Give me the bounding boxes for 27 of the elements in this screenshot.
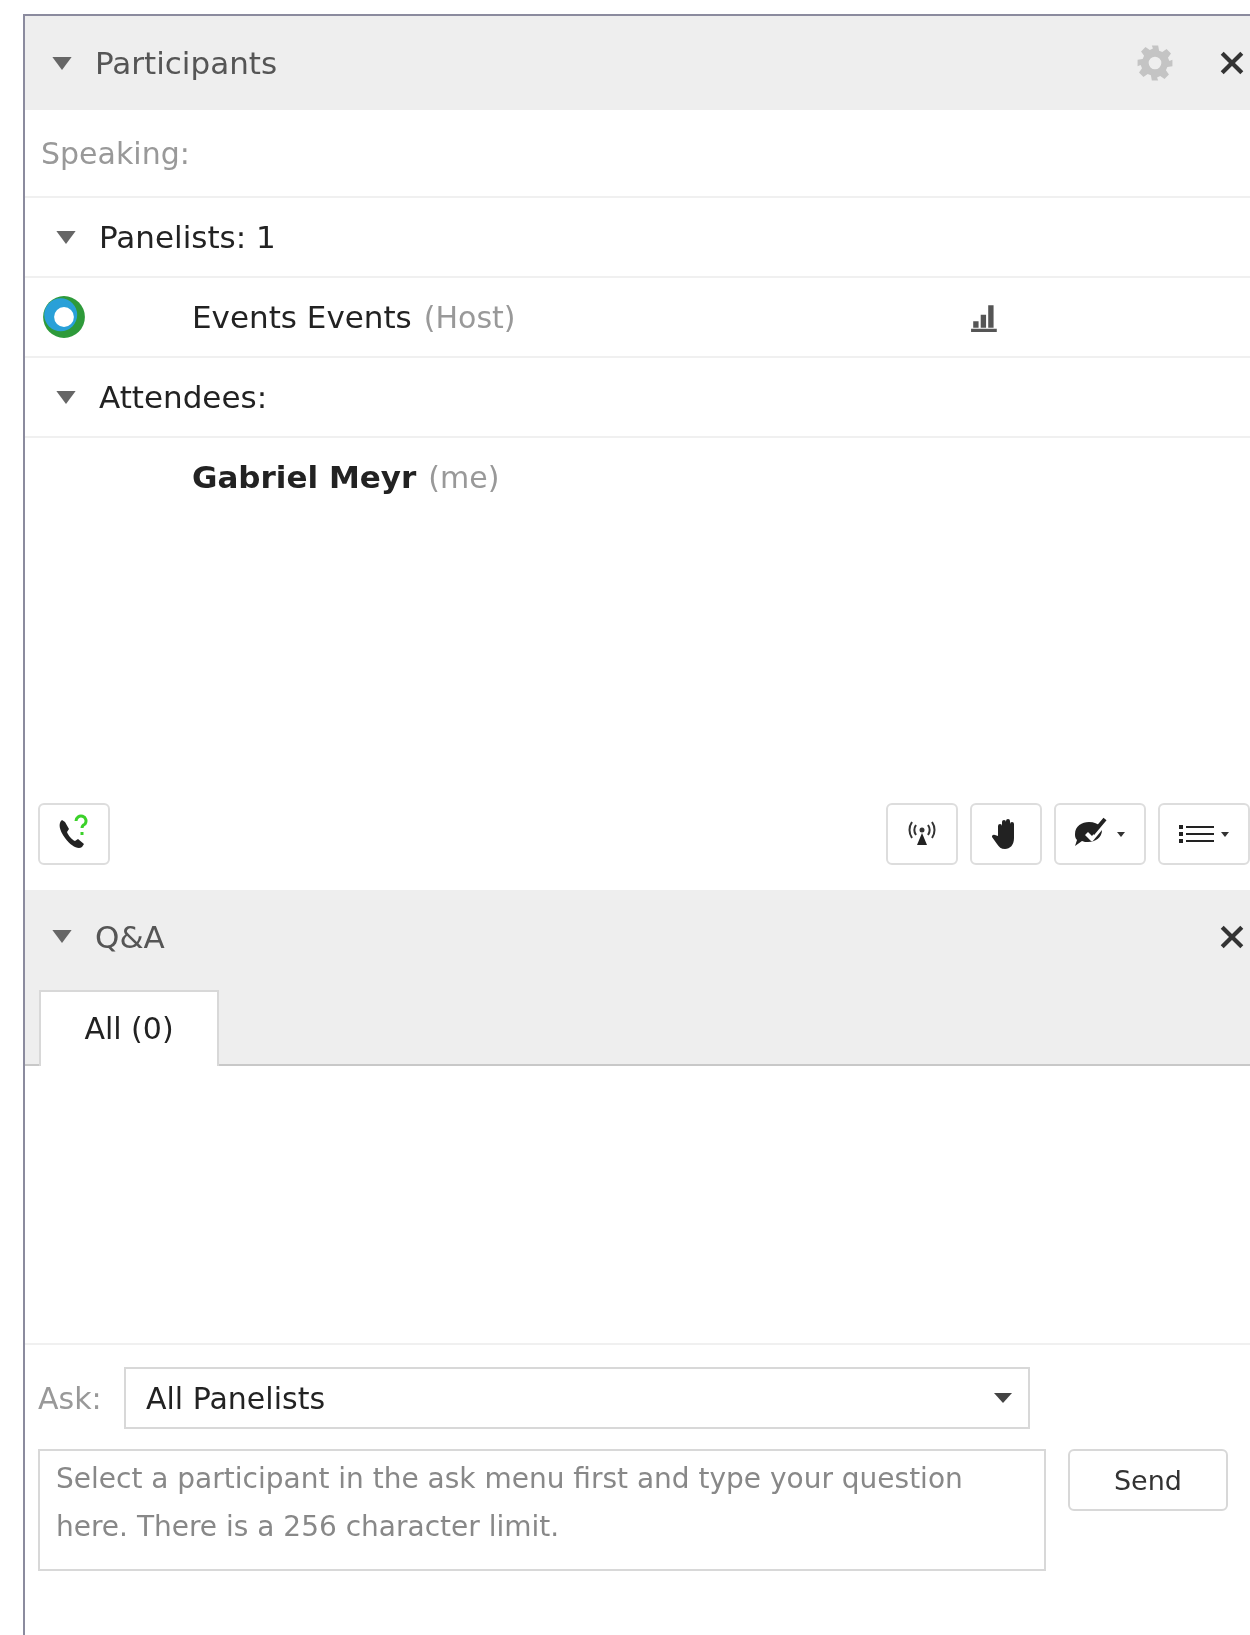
group-label: Attendees:: [99, 379, 268, 415]
collapse-triangle-icon[interactable]: [55, 389, 77, 405]
host-logo-icon: [42, 295, 86, 339]
dropdown-caret-icon: [992, 1392, 1014, 1404]
speaking-label: Speaking:: [41, 135, 190, 171]
participant-name: Gabriel Meyr: [192, 459, 417, 495]
raise-hand-button[interactable]: [970, 802, 1042, 865]
close-icon[interactable]: [1218, 49, 1246, 77]
collapse-triangle-icon[interactable]: [51, 929, 73, 944]
question-field[interactable]: Select a participant in the ask menu first and type your question here. There is a 256 character limit.: [38, 1449, 1046, 1571]
panel-title: Participants: [95, 45, 278, 81]
group-label: Panelists: 1: [99, 219, 276, 255]
broadcast-button[interactable]: [886, 802, 958, 865]
phone-help-button[interactable]: [38, 802, 110, 865]
panel-title: Q&A: [95, 918, 165, 955]
feedback-dropdown-button[interactable]: [1054, 802, 1146, 865]
list-menu-button[interactable]: [1158, 802, 1250, 865]
collapse-triangle-icon[interactable]: [51, 55, 73, 71]
ask-label: Ask:: [38, 1380, 103, 1416]
ask-dropdown[interactable]: All Panelists: [124, 1367, 1030, 1429]
tab[interactable]: All (0): [39, 989, 219, 1066]
participant-role: (Host): [423, 299, 516, 335]
send-button[interactable]: Send: [1068, 1449, 1228, 1511]
participant-name: Events Events: [192, 299, 412, 335]
participant-role: (me): [428, 459, 500, 495]
collapse-triangle-icon[interactable]: [55, 229, 77, 245]
signal-bars-icon: [970, 302, 1000, 332]
